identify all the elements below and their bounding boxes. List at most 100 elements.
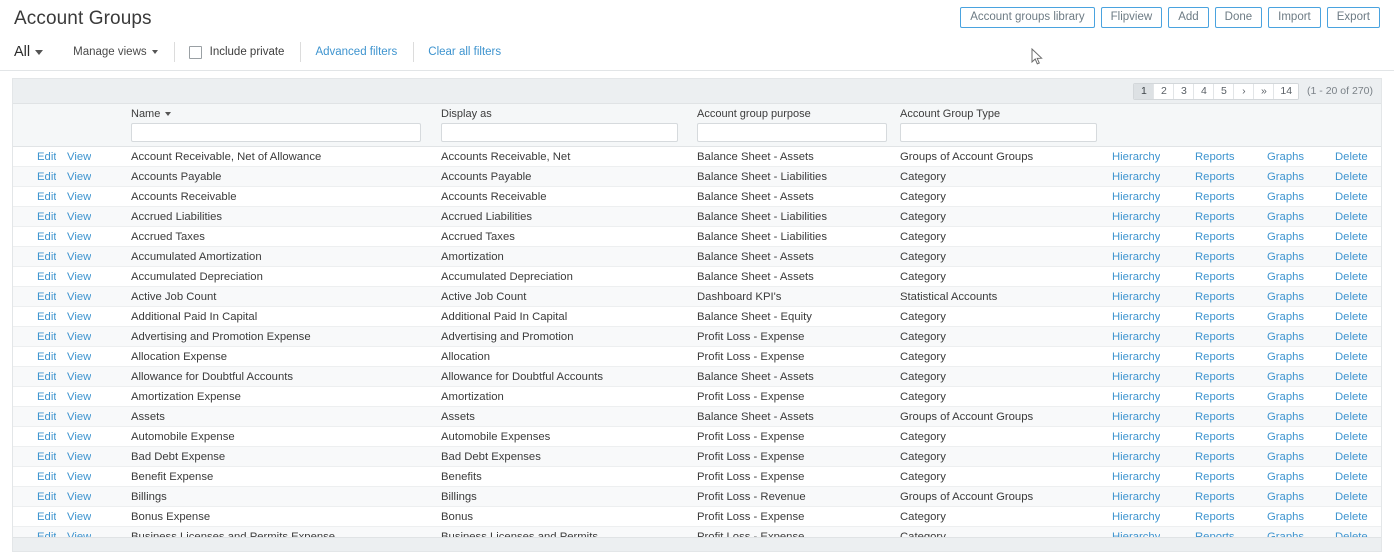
flipview-button[interactable]: Flipview (1100, 6, 1163, 28)
row-view-link[interactable]: View (67, 511, 91, 523)
row-hierarchy-link[interactable]: Hierarchy (1112, 291, 1160, 303)
row-hierarchy-link[interactable]: Hierarchy (1112, 231, 1160, 243)
row-delete-link[interactable]: Delete (1335, 171, 1368, 183)
row-graphs-link[interactable]: Graphs (1267, 411, 1304, 423)
row-reports-link[interactable]: Reports (1195, 311, 1235, 323)
row-delete-link[interactable]: Delete (1335, 291, 1368, 303)
row-view-link[interactable]: View (67, 471, 91, 483)
row-edit-link[interactable]: Edit (37, 151, 56, 163)
row-hierarchy-link[interactable]: Hierarchy (1112, 451, 1160, 463)
row-reports-link[interactable]: Reports (1195, 451, 1235, 463)
include-private-checkbox[interactable]: Include private (188, 45, 301, 59)
row-view-link[interactable]: View (67, 291, 91, 303)
row-reports-link[interactable]: Reports (1195, 371, 1235, 383)
table-row[interactable]: Edit View Account Receivable, Net of Allow… (13, 147, 1381, 167)
row-hierarchy-link[interactable]: Hierarchy (1112, 511, 1160, 523)
row-delete-link[interactable]: Delete (1335, 351, 1368, 363)
row-view-link[interactable]: View (67, 411, 91, 423)
column-header-display-as[interactable]: Display as (441, 108, 492, 120)
row-hierarchy-link[interactable]: Hierarchy (1112, 151, 1160, 163)
row-edit-link[interactable]: Edit (37, 471, 56, 483)
row-reports-link[interactable]: Reports (1195, 231, 1235, 243)
row-delete-link[interactable]: Delete (1335, 471, 1368, 483)
row-hierarchy-link[interactable]: Hierarchy (1112, 191, 1160, 203)
row-edit-link[interactable]: Edit (37, 171, 56, 183)
row-view-link[interactable]: View (67, 211, 91, 223)
row-edit-link[interactable]: Edit (37, 211, 56, 223)
row-view-link[interactable]: View (67, 251, 91, 263)
table-row[interactable]: Edit View Benefit Expense Benefits Profit Lo… (13, 467, 1381, 487)
column-header-account-group-purpose[interactable]: Account group purpose (697, 108, 811, 120)
row-edit-link[interactable]: Edit (37, 451, 56, 463)
row-graphs-link[interactable]: Graphs (1267, 291, 1304, 303)
row-view-link[interactable]: View (67, 451, 91, 463)
pagination-page-14[interactable]: 14 (1274, 83, 1299, 99)
row-view-link[interactable]: View (67, 191, 91, 203)
row-delete-link[interactable]: Delete (1335, 151, 1368, 163)
row-hierarchy-link[interactable]: Hierarchy (1112, 431, 1160, 443)
row-delete-link[interactable]: Delete (1335, 331, 1368, 343)
row-delete-link[interactable]: Delete (1335, 491, 1368, 503)
row-delete-link[interactable]: Delete (1335, 431, 1368, 443)
row-view-link[interactable]: View (67, 171, 91, 183)
row-hierarchy-link[interactable]: Hierarchy (1112, 251, 1160, 263)
row-view-link[interactable]: View (67, 331, 91, 343)
row-view-link[interactable]: View (67, 271, 91, 283)
row-edit-link[interactable]: Edit (37, 291, 56, 303)
row-view-link[interactable]: View (67, 151, 91, 163)
advanced-filters-link[interactable]: Advanced filters (315, 46, 413, 58)
row-reports-link[interactable]: Reports (1195, 351, 1235, 363)
row-graphs-link[interactable]: Graphs (1267, 171, 1304, 183)
row-reports-link[interactable]: Reports (1195, 271, 1235, 283)
table-row[interactable]: Edit View Automobile Expense Automobile Exp… (13, 427, 1381, 447)
table-row[interactable]: Edit View Additional Paid In Capital Additi… (13, 307, 1381, 327)
pagination-page-›[interactable]: › (1234, 83, 1255, 99)
pagination-page-4[interactable]: 4 (1194, 83, 1215, 99)
row-reports-link[interactable]: Reports (1195, 171, 1235, 183)
row-hierarchy-link[interactable]: Hierarchy (1112, 351, 1160, 363)
row-edit-link[interactable]: Edit (37, 491, 56, 503)
table-row[interactable]: Edit View Billings Billings Profit Loss - Re… (13, 487, 1381, 507)
row-hierarchy-link[interactable]: Hierarchy (1112, 311, 1160, 323)
table-row[interactable]: Edit View Bad Debt Expense Bad Debt Expense… (13, 447, 1381, 467)
row-delete-link[interactable]: Delete (1335, 371, 1368, 383)
filter-input-name[interactable] (131, 123, 421, 142)
row-edit-link[interactable]: Edit (37, 511, 56, 523)
row-delete-link[interactable]: Delete (1335, 231, 1368, 243)
row-graphs-link[interactable]: Graphs (1267, 251, 1304, 263)
column-header-name[interactable]: Name (131, 108, 172, 120)
row-graphs-link[interactable]: Graphs (1267, 351, 1304, 363)
row-edit-link[interactable]: Edit (37, 391, 56, 403)
row-reports-link[interactable]: Reports (1195, 491, 1235, 503)
row-view-link[interactable]: View (67, 431, 91, 443)
row-delete-link[interactable]: Delete (1335, 451, 1368, 463)
row-graphs-link[interactable]: Graphs (1267, 491, 1304, 503)
pagination[interactable]: 1 2 3 4 5 ›» 14 (1133, 82, 1300, 100)
table-row[interactable]: Edit View Active Job Count Active Job Count… (13, 287, 1381, 307)
filter-input-display-as[interactable] (441, 123, 678, 142)
row-graphs-link[interactable]: Graphs (1267, 331, 1304, 343)
checkbox-icon[interactable] (188, 45, 202, 59)
table-row[interactable]: Edit View Advertising and Promotion Expens… (13, 327, 1381, 347)
row-reports-link[interactable]: Reports (1195, 331, 1235, 343)
row-reports-link[interactable]: Reports (1195, 511, 1235, 523)
row-graphs-link[interactable]: Graphs (1267, 311, 1304, 323)
row-edit-link[interactable]: Edit (37, 251, 56, 263)
row-view-link[interactable]: View (67, 491, 91, 503)
table-row[interactable]: Edit View Accumulated Depreciation Accumula… (13, 267, 1381, 287)
row-reports-link[interactable]: Reports (1195, 391, 1235, 403)
row-graphs-link[interactable]: Graphs (1267, 431, 1304, 443)
row-hierarchy-link[interactable]: Hierarchy (1112, 331, 1160, 343)
row-edit-link[interactable]: Edit (37, 331, 56, 343)
row-hierarchy-link[interactable]: Hierarchy (1112, 211, 1160, 223)
filter-input-account-group-purpose[interactable] (697, 123, 887, 142)
row-reports-link[interactable]: Reports (1195, 291, 1235, 303)
row-edit-link[interactable]: Edit (37, 191, 56, 203)
table-row[interactable]: Edit View Allocation Expense Allocation Prof… (13, 347, 1381, 367)
row-reports-link[interactable]: Reports (1195, 471, 1235, 483)
row-delete-link[interactable]: Delete (1335, 251, 1368, 263)
table-row[interactable]: Edit View Accrued Taxes Accrued Taxes Balanc… (13, 227, 1381, 247)
row-graphs-link[interactable]: Graphs (1267, 271, 1304, 283)
row-edit-link[interactable]: Edit (37, 431, 56, 443)
row-hierarchy-link[interactable]: Hierarchy (1112, 271, 1160, 283)
